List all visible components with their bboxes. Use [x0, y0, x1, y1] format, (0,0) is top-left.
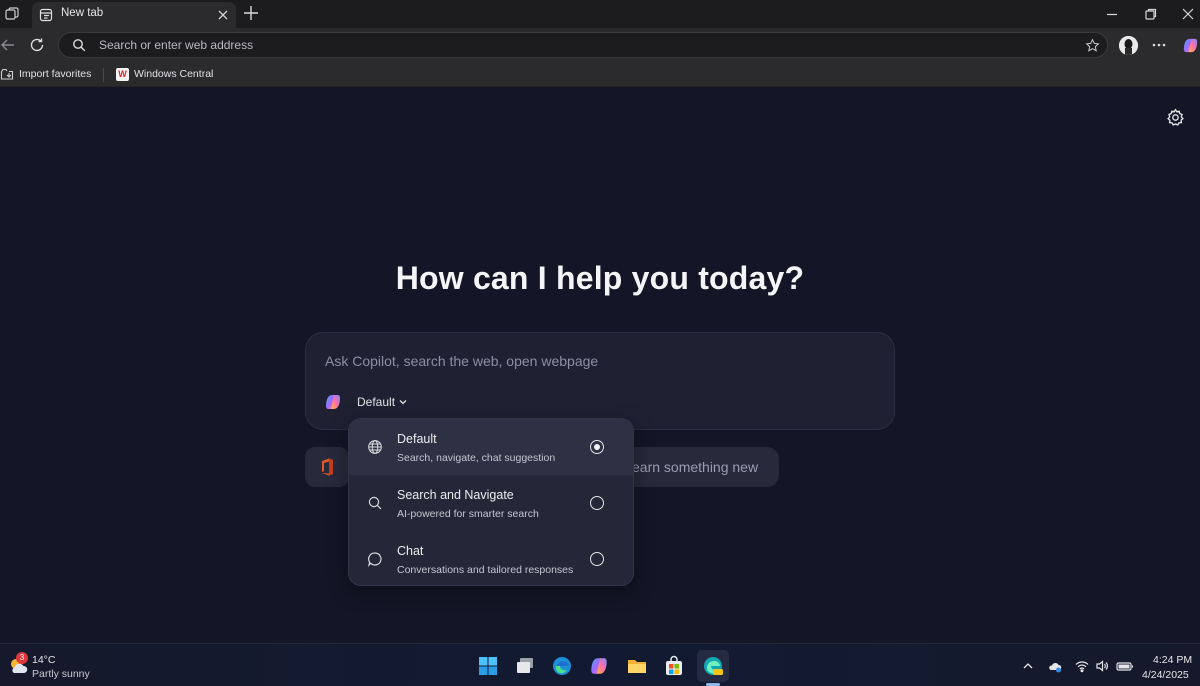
address-placeholder: Search or enter web address — [99, 38, 254, 52]
new-tab-plus-icon[interactable] — [242, 4, 260, 22]
menu-item-desc: Conversations and tailored responses — [397, 564, 574, 576]
close-tab-icon[interactable] — [216, 8, 230, 22]
mode-dropdown[interactable]: Default — [357, 395, 408, 409]
suggestion-chip-learn[interactable]: earn something new — [612, 447, 779, 487]
chevron-down-icon — [399, 400, 407, 405]
profile-photo-icon — [1119, 36, 1138, 55]
search-placeholder: Ask Copilot, search the web, open webpag… — [325, 353, 599, 369]
favorite-windows-central[interactable]: W Windows Central — [116, 66, 213, 82]
copilot-icon[interactable] — [1181, 36, 1200, 55]
menu-item-desc: AI-powered for smarter search — [397, 508, 539, 520]
menu-item-title: Default — [397, 432, 437, 446]
address-bar[interactable]: Search or enter web address — [58, 32, 1108, 58]
search-icon — [73, 39, 86, 52]
edge-canary-icon[interactable] — [702, 655, 724, 677]
edge-icon[interactable] — [551, 655, 573, 677]
minimize-icon[interactable] — [1104, 6, 1120, 22]
suggestion-chip-text: earn something new — [632, 459, 759, 475]
office-icon — [322, 458, 333, 476]
mode-dropdown-label: Default — [357, 395, 396, 409]
onedrive-icon[interactable] — [1048, 659, 1062, 673]
wifi-icon[interactable] — [1075, 659, 1089, 673]
window-close-icon[interactable] — [1180, 6, 1196, 22]
gear-icon[interactable] — [1166, 108, 1185, 127]
favorite-star-icon[interactable] — [1085, 38, 1100, 53]
globe-icon — [368, 440, 382, 454]
start-icon[interactable] — [477, 655, 499, 677]
profile-avatar[interactable] — [1119, 36, 1138, 55]
favorite-import[interactable]: Import favorites — [0, 66, 91, 82]
restore-icon[interactable] — [1143, 6, 1159, 22]
store-icon[interactable] — [663, 655, 685, 677]
tab-title: New tab — [61, 7, 104, 19]
copilot-search-box[interactable]: Ask Copilot, search the web, open webpag… — [305, 332, 895, 430]
back-arrow-icon[interactable] — [0, 37, 16, 53]
clock-date[interactable]: 4/24/2025 — [1142, 669, 1189, 681]
menu-item-title: Search and Navigate — [397, 488, 514, 502]
windows-central-glyph: W — [118, 69, 127, 79]
more-options-icon[interactable] — [1151, 37, 1167, 53]
menu-item-search-navigate[interactable]: Search and Navigate AI-powered for smart… — [349, 475, 633, 531]
weather-temp: 14°C — [32, 654, 56, 666]
search-icon — [368, 496, 382, 510]
weather-badge: 3 — [16, 652, 28, 664]
page-title: How can I help you today? — [395, 260, 805, 296]
windows-central-icon: W — [116, 67, 129, 81]
refresh-icon[interactable] — [29, 37, 45, 53]
mode-menu: Default Search, navigate, chat suggestio… — [348, 418, 634, 586]
copilot-icon[interactable] — [588, 655, 610, 677]
suggestion-chip-office[interactable] — [305, 447, 349, 487]
task-view-icon[interactable] — [514, 655, 536, 677]
radio-chat[interactable] — [590, 552, 604, 566]
weather-desc: Partly sunny — [32, 668, 90, 680]
browser-toolbar: Search or enter web address — [0, 28, 1200, 62]
tab-strip: New tab — [0, 0, 1200, 28]
taskbar: 3 14°C Partly sunny 4:24 PM 4/24/2025 — [0, 643, 1200, 686]
menu-item-chat[interactable]: Chat Conversations and tailored response… — [349, 531, 633, 585]
import-icon — [0, 68, 14, 80]
favorite-label: Windows Central — [134, 68, 214, 80]
workspaces-icon[interactable] — [4, 6, 20, 22]
clock-time[interactable]: 4:24 PM — [1153, 654, 1192, 666]
file-explorer-icon[interactable] — [626, 655, 648, 677]
favorites-bar: Import favorites W Windows Central — [0, 62, 1200, 87]
favorite-label: Import favorites — [19, 68, 92, 80]
menu-item-default[interactable]: Default Search, navigate, chat suggestio… — [349, 419, 633, 475]
menu-item-title: Chat — [397, 544, 424, 558]
new-tab-page-icon — [39, 8, 53, 22]
tab-new-tab[interactable]: New tab — [32, 2, 236, 28]
chat-bubble-icon — [367, 552, 382, 567]
radio-default[interactable] — [590, 440, 604, 454]
chevron-up-icon[interactable] — [1021, 659, 1035, 673]
volume-icon[interactable] — [1095, 659, 1109, 673]
radio-search-navigate[interactable] — [590, 496, 604, 510]
copilot-logo-icon — [326, 395, 340, 409]
menu-item-desc: Search, navigate, chat suggestion — [397, 452, 556, 464]
favorites-divider — [103, 68, 104, 82]
battery-icon[interactable] — [1116, 659, 1134, 673]
